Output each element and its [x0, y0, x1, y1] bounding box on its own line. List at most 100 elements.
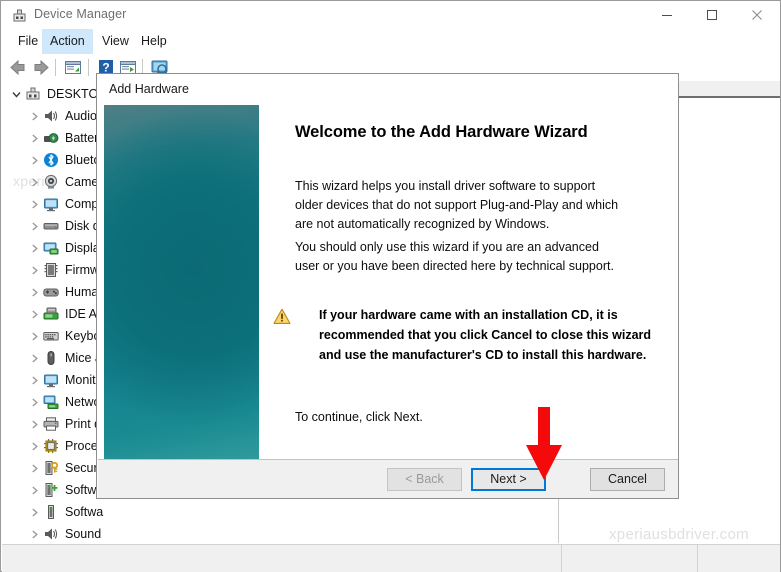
toolbar-separator-2: [88, 59, 89, 76]
chevron-right-icon[interactable]: [26, 259, 42, 281]
tree-item-label: Softwa: [65, 505, 104, 519]
tree-row[interactable]: IDE AT: [26, 303, 104, 325]
tree-row[interactable]: Batter: [26, 127, 98, 149]
chevron-right-icon[interactable]: [26, 479, 42, 501]
tree-row[interactable]: Sound: [26, 523, 101, 543]
tree-row[interactable]: Proces: [26, 435, 104, 457]
tree-row[interactable]: Softwa: [26, 501, 103, 523]
ide-controller-icon: [42, 305, 60, 323]
tree-item-label: Comp: [65, 197, 99, 211]
wizard-footer: < Back Next > Cancel: [98, 459, 678, 498]
chevron-right-icon[interactable]: [26, 391, 42, 413]
tree-row[interactable]: Softwa: [26, 479, 103, 501]
chevron-right-icon[interactable]: [26, 347, 42, 369]
wizard-warning-text: If your hardware came with an installati…: [319, 308, 652, 362]
cancel-button[interactable]: Cancel: [590, 468, 665, 491]
tree-row[interactable]: Audio: [26, 105, 97, 127]
maximize-icon[interactable]: [689, 1, 734, 29]
tree-item-label: Monit: [65, 373, 96, 387]
wizard-paragraph-2: You should only use this wizard if you a…: [295, 240, 614, 273]
chevron-right-icon[interactable]: [26, 215, 42, 237]
chevron-right-icon[interactable]: [26, 435, 42, 457]
chevron-right-icon[interactable]: [26, 127, 42, 149]
chevron-right-icon[interactable]: [26, 325, 42, 347]
status-bar: [2, 544, 780, 572]
title-bar: Device Manager: [1, 1, 780, 29]
tree-item-label: Displa: [65, 241, 100, 255]
menu-item-help[interactable]: Help: [133, 29, 175, 54]
chevron-right-icon[interactable]: [26, 149, 42, 171]
tree-item-label: Firmw: [65, 263, 100, 277]
bluetooth-icon: [42, 151, 60, 169]
tree-row[interactable]: Firmw: [26, 259, 99, 281]
chevron-right-icon[interactable]: [26, 523, 42, 543]
status-text-3: [698, 551, 704, 565]
tree-row[interactable]: Keybo: [26, 325, 100, 347]
device-manager-window: Device Manager File Action View Help ? D…: [0, 0, 781, 572]
tree-row[interactable]: Mice a: [26, 347, 102, 369]
chevron-right-icon[interactable]: [26, 237, 42, 259]
window-title: Device Manager: [34, 7, 127, 21]
tree-row[interactable]: Monit: [26, 369, 96, 391]
chevron-right-icon[interactable]: [26, 105, 42, 127]
wizard-heading: Welcome to the Add Hardware Wizard: [295, 123, 588, 141]
hid-icon: [42, 283, 60, 301]
wizard-continue-text: To continue, click Next.: [295, 410, 423, 424]
tree-item-label: Sound: [65, 527, 102, 541]
chevron-right-icon[interactable]: [26, 413, 42, 435]
back-icon[interactable]: [7, 57, 29, 78]
menu-item-view[interactable]: View: [94, 29, 137, 54]
software-device-icon: [42, 503, 60, 521]
camera-icon: [42, 173, 60, 191]
tree-row[interactable]: Securi: [26, 457, 100, 479]
minimize-icon[interactable]: [644, 1, 689, 29]
software-component-icon: [42, 481, 60, 499]
status-cell-3: [698, 545, 780, 572]
status-text-2: [562, 551, 568, 565]
tree-item-label: Disk d: [65, 219, 100, 233]
keyboard-icon: [42, 327, 60, 345]
chevron-down-icon[interactable]: [8, 83, 24, 105]
chevron-right-icon[interactable]: [26, 369, 42, 391]
tree-row[interactable]: Comp: [26, 193, 98, 215]
processor-icon: [42, 437, 60, 455]
wizard-paragraph-1: This wizard helps you install driver sof…: [295, 179, 619, 231]
disk-drive-icon: [42, 217, 60, 235]
firmware-icon: [42, 261, 60, 279]
tree-row[interactable]: Disk d: [26, 215, 100, 237]
close-icon[interactable]: [734, 1, 779, 29]
status-text-1: [2, 551, 8, 565]
add-hardware-wizard-dialog: Add Hardware Welcome to the Add Hardware…: [96, 73, 679, 499]
next-button[interactable]: Next >: [471, 468, 546, 491]
tree-row[interactable]: Displa: [26, 237, 100, 259]
chevron-right-icon[interactable]: [26, 457, 42, 479]
tree-item-label: Audio: [65, 109, 97, 123]
menu-bar: File Action View Help: [2, 29, 780, 54]
forward-icon[interactable]: [30, 57, 52, 78]
tree-row[interactable]: Netwo: [26, 391, 100, 413]
computer-icon: [24, 85, 42, 103]
tree-row[interactable]: Print q: [26, 413, 101, 435]
chevron-right-icon[interactable]: [26, 171, 42, 193]
properties-icon[interactable]: [62, 57, 84, 78]
tree-item-label: Came: [65, 175, 99, 189]
speaker-icon: [42, 525, 60, 543]
tree-row[interactable]: Huma: [26, 281, 98, 303]
warning-triangle-icon: [273, 308, 291, 325]
monitor-icon: [42, 371, 60, 389]
status-cell-2: [562, 545, 698, 572]
chevron-right-icon[interactable]: [26, 501, 42, 523]
chevron-right-icon[interactable]: [26, 303, 42, 325]
tree-row[interactable]: Came: [26, 171, 98, 193]
chevron-right-icon[interactable]: [26, 193, 42, 215]
speaker-icon: [42, 107, 60, 125]
monitor-icon: [42, 195, 60, 213]
menu-item-action[interactable]: Action: [42, 29, 93, 54]
battery-icon: [42, 129, 60, 147]
back-button[interactable]: < Back: [387, 468, 462, 491]
network-adapter-icon: [42, 393, 60, 411]
menu-item-file[interactable]: File: [10, 29, 46, 54]
chevron-right-icon[interactable]: [26, 281, 42, 303]
tree-item-label: Huma: [65, 285, 99, 299]
wizard-title: Add Hardware: [109, 82, 189, 96]
